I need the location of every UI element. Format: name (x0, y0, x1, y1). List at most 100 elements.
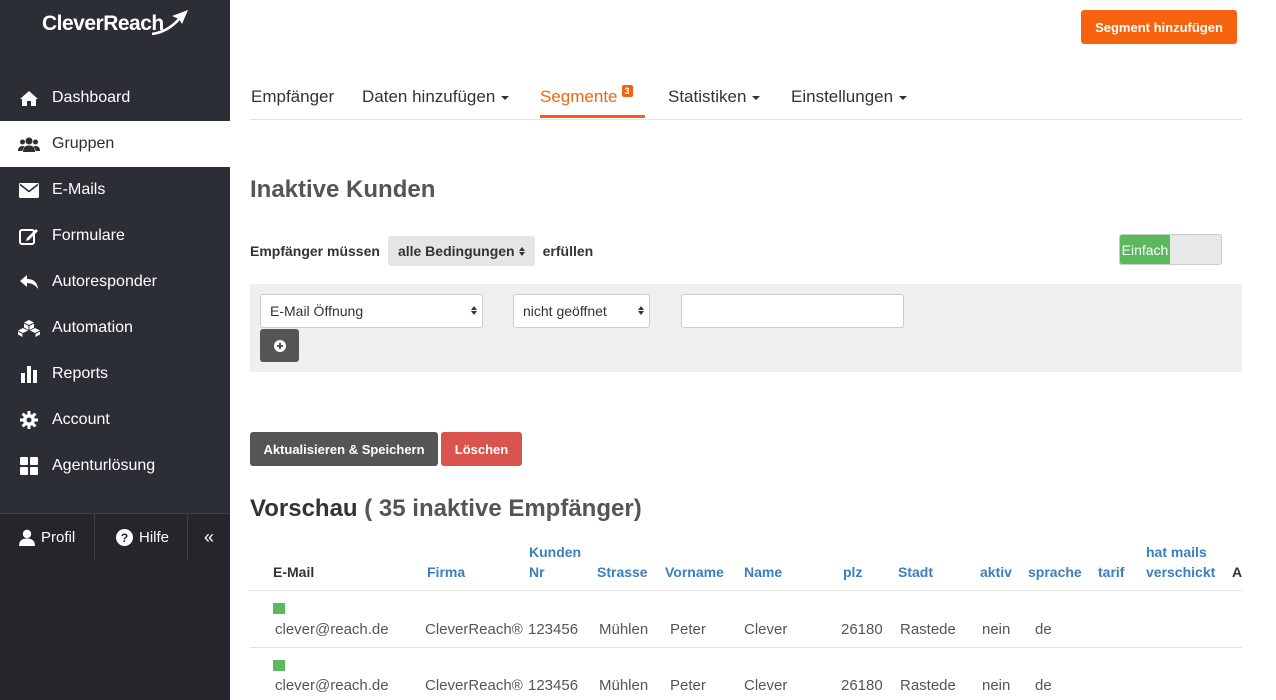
cell-vorname: Peter (670, 677, 706, 694)
filter-field-value: E-Mail Öffnung (270, 303, 364, 319)
tab-statistiken[interactable]: Statistiken (668, 87, 761, 107)
add-rule-button[interactable] (260, 329, 299, 362)
cell-plz: 26180 (841, 677, 883, 694)
tab-label: Statistiken (668, 87, 747, 106)
tab-label: Segmente (540, 87, 618, 106)
active-status-square (273, 603, 285, 614)
condition-mode-value: alle Bedingungen (397, 243, 515, 259)
cell-stadt: Rastede (900, 621, 956, 638)
column-header-sprache[interactable]: sprache (1028, 562, 1082, 582)
row-divider (250, 647, 1242, 648)
cell-name: Clever (744, 621, 788, 638)
sidebar-item-reports[interactable]: Reports (0, 351, 230, 397)
save-button[interactable]: Aktualisieren & Speichern (250, 432, 438, 466)
delete-button[interactable]: Löschen (441, 432, 522, 466)
select-arrows-icon (518, 246, 525, 256)
sidebar-item-label: Account (52, 411, 110, 428)
sidebar-item-label: Agenturlösung (52, 457, 156, 474)
column-header-vorname[interactable]: Vorname (665, 562, 724, 582)
condition-prefix: Empfänger müssen (250, 243, 380, 259)
app-logo[interactable]: CleverReach (42, 10, 188, 36)
sidebar-item-gruppen[interactable]: Gruppen (0, 121, 230, 167)
cell-aktiv: nein (982, 677, 1011, 694)
bar-chart-icon (18, 364, 40, 384)
sidebar-item-agenturloesung[interactable]: Agenturlösung (0, 443, 230, 489)
preview-heading: Vorschau (250, 495, 358, 522)
cell-firma: CleverReach® (425, 621, 523, 638)
caret-down-icon (752, 95, 761, 100)
filter-field-select[interactable]: E-Mail Öffnung (260, 294, 483, 328)
header-divider (250, 590, 1242, 591)
column-header-email[interactable]: E-Mail (273, 562, 314, 582)
condition-mode-select[interactable]: alle Bedingungen (387, 236, 535, 266)
tab-daten-hinzufuegen[interactable]: Daten hinzufügen (362, 87, 510, 107)
sidebar-item-autoresponder[interactable]: Autoresponder (0, 259, 230, 305)
cell-stadt: Rastede (900, 677, 956, 694)
filter-operator-select[interactable]: nicht geöffnet (513, 294, 650, 328)
condition-suffix: erfüllen (542, 243, 594, 259)
condition-row: Empfänger müssen alle Bedingungen erfüll… (250, 235, 593, 267)
add-segment-button[interactable]: Segment hinzufügen (1081, 10, 1237, 44)
active-tab-indicator (540, 115, 645, 118)
cell-email: clever@reach.de (275, 677, 389, 694)
collapse-sidebar-button[interactable]: « (188, 514, 230, 560)
mode-toggle-label: Einfach (1120, 235, 1170, 264)
segment-count-badge: 3 (621, 85, 633, 97)
preview-title: Vorschau ( 35 inaktive Empfänger) (250, 495, 642, 523)
sidebar-item-emails[interactable]: E-Mails (0, 167, 230, 213)
help-label: Hilfe (139, 528, 170, 546)
mode-toggle[interactable]: Einfach (1119, 234, 1222, 265)
user-icon (19, 529, 35, 546)
caret-down-icon (501, 95, 510, 100)
logo-plane-icon (151, 10, 188, 36)
gear-icon (18, 410, 40, 430)
sidebar-item-account[interactable]: Account (0, 397, 230, 443)
caret-down-icon (899, 95, 908, 100)
sidebar-item-label: Formulare (52, 227, 125, 244)
select-arrows-icon (471, 306, 477, 315)
column-header-tarif[interactable]: tarif (1098, 562, 1124, 582)
cell-vorname: Peter (670, 621, 706, 638)
column-header-strasse[interactable]: Strasse (597, 562, 648, 582)
cell-kundennr: 123456 (528, 677, 579, 694)
tab-bar: Empfänger Daten hinzufügen Segmente 3 Sta… (250, 78, 1242, 120)
sidebar-item-formulare[interactable]: Formulare (0, 213, 230, 259)
profile-label: Profil (41, 528, 76, 546)
column-header-name[interactable]: Name (744, 562, 782, 582)
reply-icon (18, 272, 40, 292)
tab-label: Daten hinzufügen (362, 87, 496, 106)
tab-einstellungen[interactable]: Einstellungen (791, 87, 908, 107)
column-header-kundennr[interactable]: Kunden Nr (529, 542, 587, 582)
select-arrows-icon (638, 306, 644, 315)
sidebar-item-automation[interactable]: Automation (0, 305, 230, 351)
column-header-firma[interactable]: Firma (427, 562, 465, 582)
sidebar-item-label: Automation (52, 319, 133, 336)
column-header-truncated[interactable]: A (1232, 562, 1242, 582)
cell-name: Clever (744, 677, 788, 694)
question-circle-icon: ? (116, 528, 133, 546)
column-header-hat-mails-verschickt[interactable]: hat mails verschickt (1146, 542, 1226, 582)
double-chevron-left-icon: « (203, 526, 214, 547)
column-header-plz[interactable]: plz (843, 562, 862, 582)
cubes-icon (18, 318, 40, 338)
column-header-stadt[interactable]: Stadt (898, 562, 933, 582)
tab-empfaenger[interactable]: Empfänger (251, 87, 334, 107)
cell-strasse: Mühlen (599, 677, 649, 694)
page-title: Inaktive Kunden (250, 176, 436, 203)
plus-circle-icon (273, 339, 286, 352)
help-button[interactable]: ? Hilfe (95, 514, 187, 560)
column-header-aktiv[interactable]: aktiv (980, 562, 1012, 582)
sidebar: CleverReach Dashboard Gruppen E-Mails Fo… (0, 0, 230, 700)
cell-sprache: de (1035, 677, 1052, 694)
sidebar-item-label: Dashboard (52, 89, 131, 106)
cell-email: clever@reach.de (275, 621, 389, 638)
edit-icon (18, 226, 40, 246)
cell-aktiv: nein (982, 621, 1011, 638)
active-status-square (273, 660, 285, 671)
profile-button[interactable]: Profil (0, 514, 94, 560)
sidebar-item-dashboard[interactable]: Dashboard (0, 75, 230, 121)
tab-segmente[interactable]: Segmente 3 (540, 85, 633, 107)
preview-count: ( 35 inaktive Empfänger) (364, 495, 642, 522)
filter-value-input[interactable] (681, 294, 904, 328)
envelope-icon (18, 180, 40, 200)
